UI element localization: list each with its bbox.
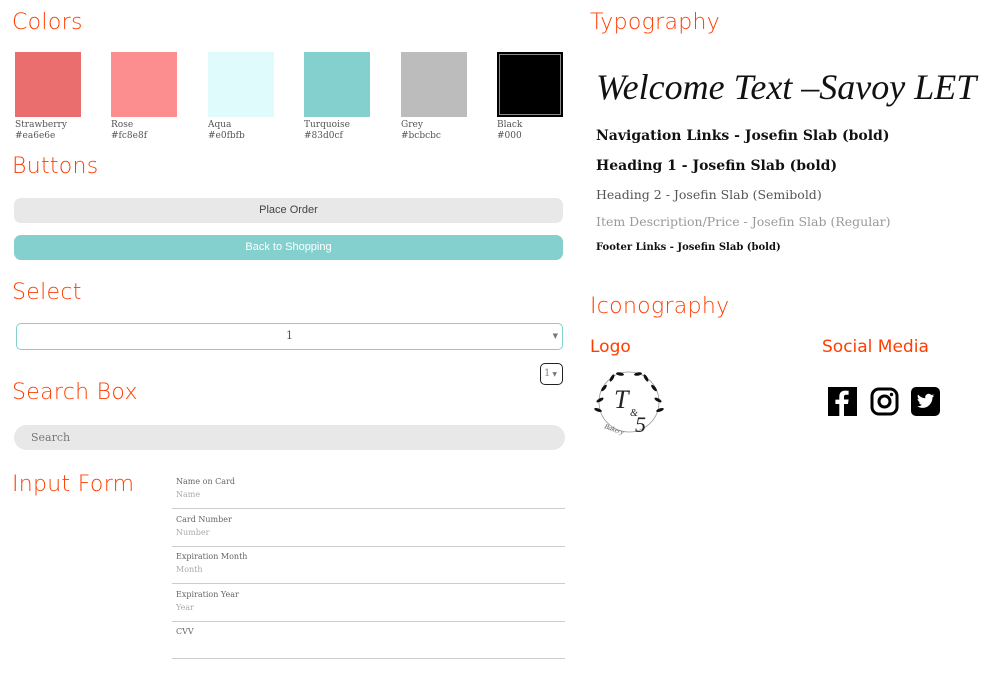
item-description-sample: Item Description/Price - Josefin Slab (R… (596, 214, 891, 229)
select-heading: Select (12, 280, 82, 305)
quantity-select[interactable]: 1 ▼ (16, 323, 563, 350)
svg-text:Bakery: Bakery (603, 422, 625, 437)
form-field[interactable]: Expiration Year Year (172, 585, 565, 622)
form-field[interactable]: Name on Card Name (172, 472, 565, 509)
swatch-color-box (111, 52, 177, 117)
field-input[interactable]: Name (172, 486, 565, 499)
swatch-hex: #000 (497, 131, 522, 141)
place-order-button[interactable]: Place Order (14, 198, 563, 223)
facebook-icon[interactable] (828, 387, 857, 416)
swatch-color-box (497, 52, 563, 117)
swatch-color-box (401, 52, 467, 117)
swatch-name: Black (497, 120, 523, 130)
swatch-name: Turquoise (304, 120, 350, 130)
twitter-icon[interactable] (911, 387, 940, 416)
swatch-color-box (15, 52, 81, 117)
color-swatch: Grey #bcbcbc (401, 52, 467, 141)
svg-text:T: T (614, 385, 630, 414)
typography-heading: Typography (590, 10, 721, 35)
heading2-sample: Heading 2 - Josefin Slab (Semibold) (596, 187, 822, 202)
field-label: Name on Card (176, 477, 235, 486)
back-to-shopping-button[interactable]: Back to Shopping (14, 235, 563, 260)
color-swatch: Rose #fc8e8f (111, 52, 177, 141)
field-input[interactable]: Number (172, 524, 565, 537)
color-swatch: Strawberry #ea6e6e (15, 52, 81, 141)
swatch-hex: #fc8e8f (111, 131, 148, 141)
swatch-name: Grey (401, 120, 423, 130)
swatch-hex: #e0fbfb (208, 131, 245, 141)
field-input[interactable]: Year (172, 599, 565, 612)
select-value: 1 (286, 329, 293, 342)
color-swatch: Turquoise #83d0cf (304, 52, 370, 141)
select-value: 1 (544, 368, 551, 379)
swatch-color-box (304, 52, 370, 117)
instagram-icon[interactable] (870, 387, 899, 416)
iconography-heading: Iconography (590, 294, 730, 319)
footer-links-sample: Footer Links - Josefin Slab (bold) (596, 242, 781, 253)
swatch-hex: #bcbcbc (401, 131, 441, 141)
nav-links-sample: Navigation Links - Josefin Slab (bold) (596, 128, 890, 144)
field-input[interactable]: Month (172, 561, 565, 574)
color-swatch: Black #000 (497, 52, 563, 141)
buttons-heading: Buttons (12, 154, 99, 179)
colors-heading: Colors (12, 10, 83, 35)
form-field[interactable]: CVV (172, 622, 565, 659)
welcome-text-sample: Welcome Text –Savoy LET (596, 67, 977, 107)
field-label: Expiration Month (176, 552, 248, 561)
chevron-down-icon: ▼ (552, 332, 558, 340)
swatch-hex: #83d0cf (304, 131, 343, 141)
field-label: CVV (176, 627, 194, 636)
form-field[interactable]: Card Number Number (172, 510, 565, 547)
swatch-name: Aqua (208, 120, 232, 130)
form-field[interactable]: Expiration Month Month (172, 547, 565, 584)
field-input[interactable] (172, 636, 565, 640)
swatch-hex: #ea6e6e (15, 131, 56, 141)
small-quantity-select[interactable]: 1 ▼ (540, 363, 563, 385)
input-form-heading: Input Form (12, 472, 135, 497)
field-label: Card Number (176, 514, 232, 524)
chevron-down-icon: ▼ (552, 371, 557, 378)
swatch-name: Rose (111, 120, 134, 130)
field-label: Expiration Year (176, 589, 239, 599)
social-media-heading: Social Media (822, 337, 929, 357)
swatch-color-box (208, 52, 274, 117)
search-input[interactable]: Search (14, 425, 565, 450)
logo-heading: Logo (590, 337, 631, 357)
search-heading: Search Box (12, 380, 138, 405)
bakery-logo: T & 5 Bakery (594, 371, 664, 437)
color-swatch: Aqua #e0fbfb (208, 52, 274, 141)
heading1-sample: Heading 1 - Josefin Slab (bold) (596, 158, 838, 174)
swatch-name: Strawberry (15, 120, 67, 130)
svg-text:5: 5 (635, 412, 646, 437)
